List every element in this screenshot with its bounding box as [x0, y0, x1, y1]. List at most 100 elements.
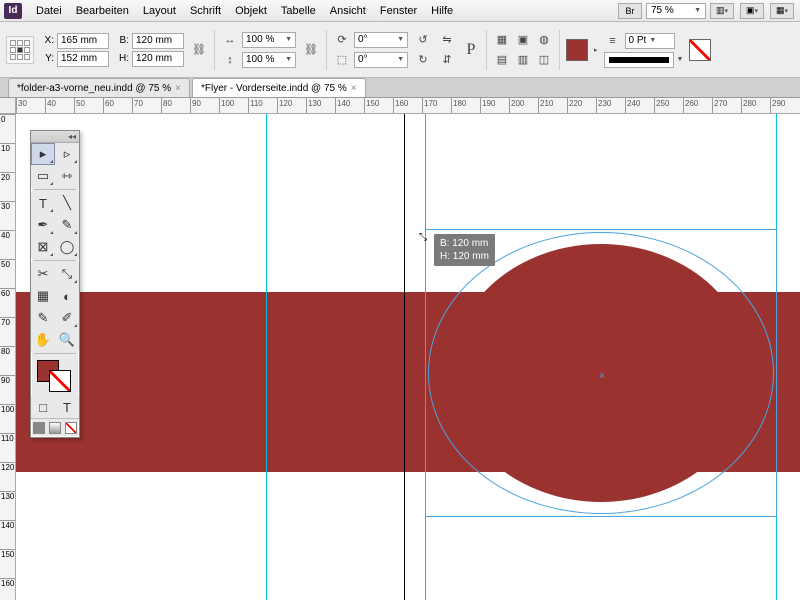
type-tool[interactable]: T [31, 192, 55, 214]
app-icon: Id [4, 3, 22, 19]
formatting-text-button[interactable]: T [55, 396, 79, 418]
x-label: X: [40, 35, 54, 46]
scale-x-field[interactable]: 100 %▼ [242, 32, 296, 48]
width-field[interactable]: 120 mm [132, 33, 184, 49]
x-field[interactable]: 165 mm [57, 33, 109, 49]
rotate-cw-button[interactable]: ↻ [414, 51, 432, 69]
doc-tab-1[interactable]: *folder-a3-vorne_neu.indd @ 75 %× [8, 78, 190, 97]
wrap-jump-icon[interactable]: ▤ [493, 51, 511, 69]
stroke-weight-icon: ≡ [604, 32, 622, 50]
zoom-tool[interactable]: 🔍 [55, 329, 79, 351]
dimensions-tooltip: B: 120 mm H: 120 mm [434, 234, 495, 266]
y-field[interactable]: 152 mm [57, 51, 109, 67]
wrap-none-icon[interactable]: ▦ [493, 31, 511, 49]
gradient-feather-tool[interactable]: ◐ [55, 285, 79, 307]
note-tool[interactable]: ✎ [31, 307, 55, 329]
panel-header[interactable]: ◂◂ [31, 131, 79, 143]
wrap-bbox-icon[interactable]: ▣ [514, 31, 532, 49]
constrain-scale-icon[interactable]: ⛓ [302, 41, 320, 59]
tools-panel[interactable]: ◂◂ ▸ ▹ ▭ ⇿ T ╲ ✒ ✎ ⊠ ◯ ✂ ⤡ ▦ ◐ ✎ ✐ ✋ 🔍 □… [30, 130, 80, 438]
guide-vertical[interactable] [266, 114, 267, 600]
size-group: B:120 mm H:120 mm [115, 33, 184, 67]
vertical-ruler[interactable]: 0102030405060708090100110120130140150160… [0, 114, 16, 600]
close-icon[interactable]: × [175, 83, 181, 94]
shear-field[interactable]: 0°▼ [354, 52, 408, 68]
paragraph-style-icon[interactable]: P [462, 41, 480, 59]
menu-tabelle[interactable]: Tabelle [275, 3, 322, 19]
screen-mode-button[interactable]: ▣▾ [740, 3, 764, 19]
ruler-origin[interactable] [0, 98, 16, 114]
direct-selection-tool[interactable]: ▹ [55, 143, 79, 165]
bridge-button[interactable]: Br [618, 3, 642, 19]
scale-y-field[interactable]: 100 %▼ [242, 52, 296, 68]
control-bar: X:165 mm Y:152 mm B:120 mm H:120 mm ⛓ ↔1… [0, 22, 800, 78]
pen-tool[interactable]: ✒ [31, 214, 55, 236]
pencil-tool[interactable]: ✎ [55, 214, 79, 236]
resize-cursor-icon: ⤡ [419, 232, 427, 243]
eyedropper-tool[interactable]: ✐ [55, 307, 79, 329]
rotate-field[interactable]: 0°▼ [354, 32, 408, 48]
fill-stroke-control[interactable] [31, 356, 79, 396]
stroke-weight-field[interactable]: 0 Pt▼ [625, 33, 675, 49]
collapse-icon[interactable]: ◂◂ [68, 132, 76, 141]
page-edge [404, 114, 405, 600]
scale-x-icon: ↔ [221, 31, 239, 49]
scale-group: ↔100 %▼ ↕100 %▼ [221, 31, 296, 69]
flip-h-button[interactable]: ⇋ [438, 31, 456, 49]
apply-gradient-button[interactable] [49, 422, 61, 434]
close-icon[interactable]: × [351, 83, 357, 94]
arrange-button[interactable]: ▦▾ [770, 3, 794, 19]
height-field[interactable]: 120 mm [132, 51, 184, 67]
apply-color-row [31, 418, 79, 437]
dropdown-icon: ▼ [694, 7, 701, 14]
rotate-group: ⟳0°▼ ⬚0°▼ [333, 31, 408, 69]
y-label: Y: [40, 53, 54, 64]
horizontal-ruler[interactable]: 3040506070809010011012013014015016017018… [16, 98, 800, 114]
reference-point-grid[interactable] [6, 36, 34, 64]
document-tabs: *folder-a3-vorne_neu.indd @ 75 %× *Flyer… [0, 78, 800, 98]
free-transform-tool[interactable]: ⤡ [55, 263, 79, 285]
page-tool[interactable]: ▭ [31, 165, 55, 187]
formatting-container-button[interactable]: □ [31, 396, 55, 418]
center-point-icon: × [599, 371, 605, 382]
stroke-style-field[interactable] [604, 52, 674, 68]
menu-bearbeiten[interactable]: Bearbeiten [70, 3, 135, 19]
menu-schrift[interactable]: Schrift [184, 3, 227, 19]
rotate-ccw-button[interactable]: ↺ [414, 31, 432, 49]
hand-tool[interactable]: ✋ [31, 329, 55, 351]
corner-options-icon[interactable]: ◫ [535, 51, 553, 69]
menu-fenster[interactable]: Fenster [374, 3, 423, 19]
line-tool[interactable]: ╲ [55, 192, 79, 214]
position-group: X:165 mm Y:152 mm [40, 33, 109, 67]
stroke-swatch[interactable] [689, 39, 711, 61]
w-label: B: [115, 35, 129, 46]
menu-layout[interactable]: Layout [137, 3, 182, 19]
ellipse-tool[interactable]: ◯ [55, 236, 79, 258]
menu-hilfe[interactable]: Hilfe [425, 3, 459, 19]
tooltip-width: B: 120 mm [440, 237, 489, 250]
fill-swatch[interactable] [566, 39, 588, 61]
fill-dropdown-icon[interactable]: ▸ [594, 46, 598, 54]
rectangle-frame-tool[interactable]: ⊠ [31, 236, 55, 258]
flip-v-button[interactable]: ⇵ [438, 51, 456, 69]
stroke-color-icon[interactable] [49, 370, 71, 392]
zoom-level-field[interactable]: 75 %▼ [646, 3, 706, 19]
canvas[interactable]: × ⤡ B: 120 mm H: 120 mm [16, 114, 800, 600]
scale-y-icon: ↕ [221, 51, 239, 69]
doc-tab-2[interactable]: *Flyer - Vorderseite.indd @ 75 %× [192, 78, 366, 97]
menu-ansicht[interactable]: Ansicht [324, 3, 372, 19]
menu-bar: Id Datei Bearbeiten Layout Schrift Objek… [0, 0, 800, 22]
wrap-next-icon[interactable]: ▥ [514, 51, 532, 69]
selection-tool[interactable]: ▸ [31, 143, 55, 165]
gap-tool[interactable]: ⇿ [55, 165, 79, 187]
menu-objekt[interactable]: Objekt [229, 3, 273, 19]
apply-color-button[interactable] [33, 422, 45, 434]
scissors-tool[interactable]: ✂ [31, 263, 55, 285]
constrain-wh-icon[interactable]: ⛓ [190, 41, 208, 59]
rotate-icon: ⟳ [333, 31, 351, 49]
gradient-swatch-tool[interactable]: ▦ [31, 285, 55, 307]
view-options-button[interactable]: ▥▾ [710, 3, 734, 19]
wrap-shape-icon[interactable]: ◍ [535, 31, 553, 49]
menu-datei[interactable]: Datei [30, 3, 68, 19]
apply-none-button[interactable] [65, 422, 77, 434]
